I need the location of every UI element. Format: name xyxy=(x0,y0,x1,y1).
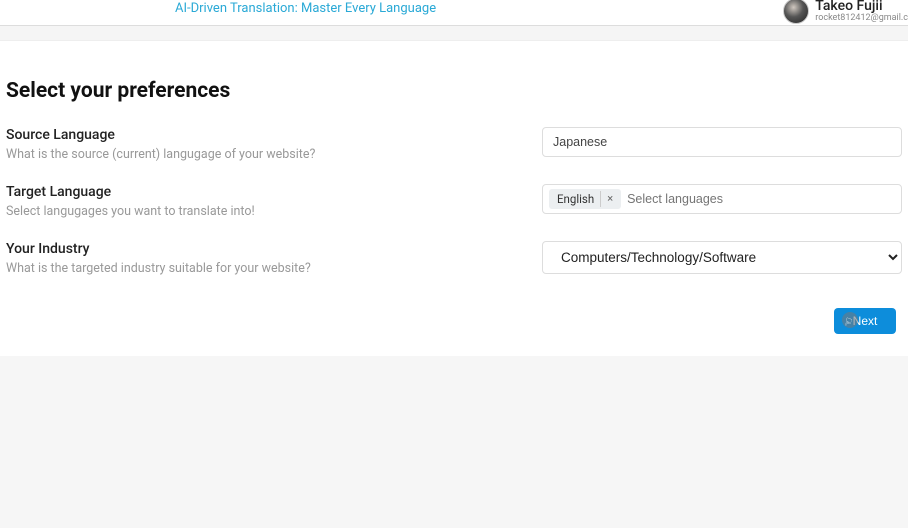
next-button-label: Next xyxy=(853,314,878,328)
source-language-input[interactable] xyxy=(542,127,902,157)
user-email: rocket812412@gmail.c xyxy=(815,13,908,24)
row-target-language: Target Language Select langugages you wa… xyxy=(6,184,902,219)
target-language-desc: Select langugages you want to translate … xyxy=(6,204,522,219)
topbar: AI-Driven Translation: Master Every Lang… xyxy=(0,0,908,26)
content: Select your preferences Source Language … xyxy=(0,41,908,334)
industry-select[interactable]: Computers/Technology/Software xyxy=(542,241,902,274)
close-icon[interactable]: × xyxy=(600,191,619,206)
source-language-desc: What is the source (current) langugage o… xyxy=(6,147,522,162)
target-language-input[interactable]: English × xyxy=(542,184,902,214)
row-industry: Your Industry What is the targeted indus… xyxy=(6,241,902,276)
industry-desc: What is the targeted industry suitable f… xyxy=(6,261,522,276)
next-button[interactable]: Next ☟ xyxy=(834,308,896,334)
page-title: Select your preferences xyxy=(6,79,902,103)
chip-label: English xyxy=(557,192,594,206)
user-name: Takeo Fujii xyxy=(815,0,908,13)
avatar[interactable] xyxy=(783,0,809,24)
target-language-chip-english[interactable]: English × xyxy=(549,189,621,208)
source-language-label: Source Language xyxy=(6,127,522,143)
footer-row: Next ☟ xyxy=(6,298,902,334)
row-source-language: Source Language What is the source (curr… xyxy=(6,127,902,162)
target-language-placeholder-input[interactable] xyxy=(627,192,895,206)
user-area[interactable]: Takeo Fujii rocket812412@gmail.c xyxy=(783,0,908,24)
bottom-spacer xyxy=(0,356,908,528)
industry-label: Your Industry xyxy=(6,241,522,257)
sub-bar xyxy=(0,26,908,41)
tagline: AI-Driven Translation: Master Every Lang… xyxy=(175,1,436,16)
target-language-label: Target Language xyxy=(6,184,522,200)
